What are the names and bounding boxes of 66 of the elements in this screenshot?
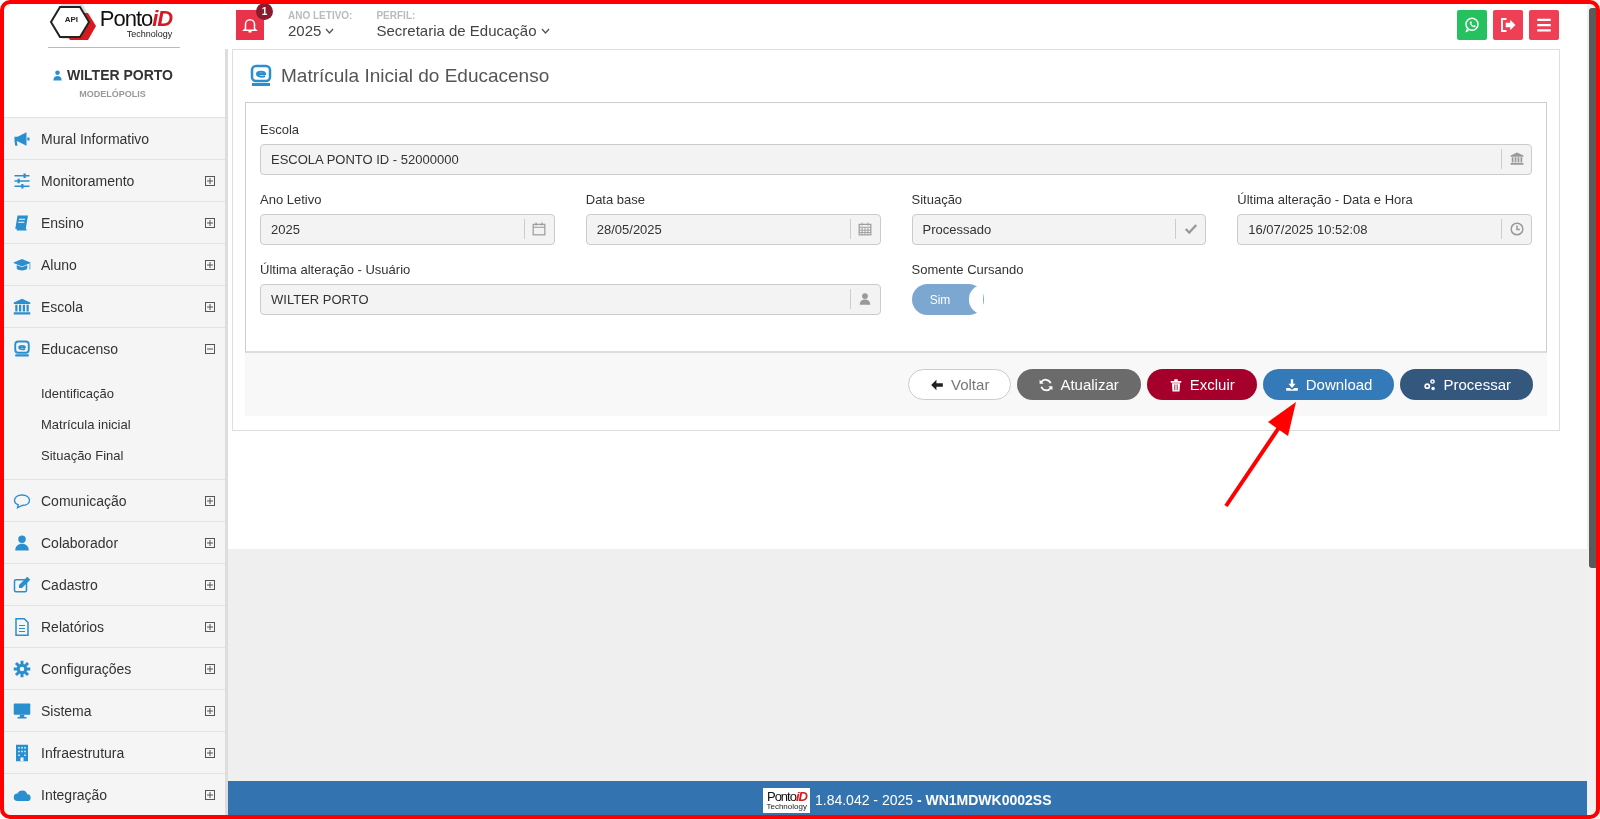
selector-dropdown[interactable]: Secretaria de Educação (376, 22, 550, 39)
sliders-icon (12, 171, 32, 190)
input-field[interactable]: Processado (911, 214, 1207, 245)
brand-name: PontoiD (766, 789, 807, 803)
selector-label: ANO LETIVO: (288, 10, 353, 22)
selector-label: PERFIL: (376, 10, 417, 22)
selector-dropdown[interactable]: 2025 (288, 22, 353, 39)
bank-icon (1509, 152, 1524, 166)
page-title: Matrícula Inicial do Educacenso (281, 65, 550, 87)
user-icon (51, 69, 63, 81)
whatsapp-icon (1463, 15, 1481, 34)
document-icon (12, 617, 32, 636)
educacenso-icon (12, 339, 32, 358)
calendar-icon (532, 222, 547, 236)
submenu-item[interactable]: Identificação (0, 377, 225, 408)
process-button[interactable]: Processar (1400, 369, 1533, 400)
submenu-item[interactable]: Situação Final (0, 439, 225, 470)
field-label: Ano Letivo (260, 191, 323, 209)
brand-tagline: Technology (126, 29, 173, 39)
field-label: Escola (260, 121, 301, 139)
refresh-button[interactable]: Atualizar (1017, 369, 1141, 400)
input-field[interactable]: 28/05/2025 (585, 214, 881, 245)
gears-icon (1422, 377, 1437, 392)
refresh-icon (1039, 377, 1054, 392)
download-button[interactable]: Download (1262, 369, 1395, 400)
field-label: Data base (585, 191, 646, 209)
edit-icon (12, 575, 32, 594)
brand-tagline: Technology (766, 802, 807, 811)
input-field[interactable]: ESCOLA PONTO ID - 52000000 (260, 144, 1532, 175)
clock-icon (1509, 222, 1524, 236)
bank-icon (12, 297, 32, 316)
educacenso-icon (249, 64, 273, 88)
user-name: WILTER PORTO (66, 67, 173, 83)
trash-icon (1168, 377, 1183, 392)
notification-button[interactable] (236, 9, 264, 40)
input-field[interactable]: WILTER PORTO (260, 284, 881, 315)
field-label: Somente Cursando (911, 261, 1025, 279)
exit-icon (1499, 15, 1517, 34)
sidebar-item[interactable]: Integração (0, 773, 225, 815)
submenu-item[interactable]: Matrícula inicial (0, 408, 225, 439)
field-label: Última alteração - Usuário (260, 261, 412, 279)
caret-icon (540, 27, 550, 34)
download-icon (1284, 377, 1299, 392)
user-icon (858, 292, 872, 306)
logo-badge-text: API (64, 15, 79, 24)
back-button[interactable]: Voltar (908, 369, 1012, 400)
megaphone-icon (12, 129, 32, 148)
hexagon-logo-icon (49, 3, 96, 40)
user-city: MODELÓPOLIS (79, 89, 146, 99)
field-label: Situação (911, 191, 964, 209)
field-label: Última alteração - Data e Hora (1237, 191, 1414, 209)
user-icon (12, 533, 32, 552)
logout-button[interactable] (1493, 9, 1523, 40)
brand-name: PontoiD (99, 7, 173, 30)
gear-icon (12, 659, 32, 678)
monitor-icon (12, 701, 32, 720)
version-text: 1.84.042 - 2025 - WN1MDWK0002SS (814, 792, 1052, 808)
input-field[interactable]: 2025 (260, 214, 555, 245)
delete-button[interactable]: Excluir (1146, 369, 1257, 400)
whatsapp-button[interactable] (1457, 9, 1487, 40)
caret-icon (325, 27, 335, 34)
speech-bubble-icon (12, 491, 32, 510)
calendar-icon (858, 222, 872, 236)
check-icon (1183, 222, 1198, 236)
input-field[interactable]: 16/07/2025 10:52:08 (1237, 214, 1532, 245)
menu-button[interactable] (1529, 9, 1559, 40)
